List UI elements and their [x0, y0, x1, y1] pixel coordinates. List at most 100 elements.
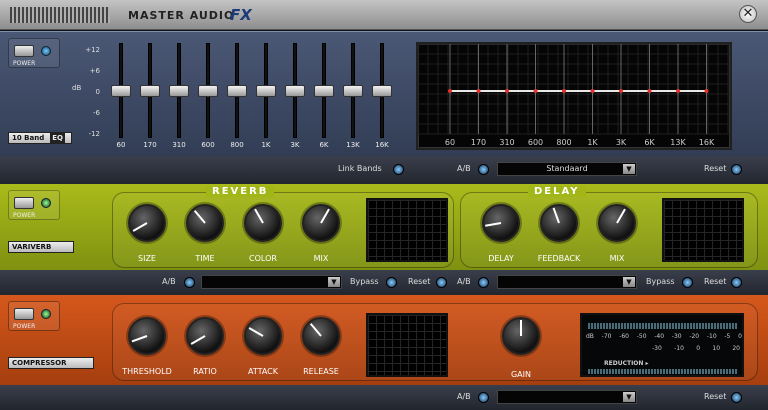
chevron-down-icon[interactable]: ▼	[623, 277, 635, 287]
eq-band-point[interactable]	[562, 89, 566, 93]
eq-reset-button[interactable]	[731, 164, 742, 175]
gain-control: GAIN	[486, 315, 556, 381]
graph-band-label: 6K	[644, 138, 655, 147]
eq-slider-handle[interactable]	[314, 85, 334, 97]
compressor-ab-toggle[interactable]	[478, 392, 489, 403]
graph-band-label: 3K	[616, 138, 627, 147]
compressor-reset-button[interactable]	[731, 392, 742, 403]
chevron-down-icon[interactable]: ▼	[328, 277, 340, 287]
delay-knob-label: MIX	[609, 254, 625, 263]
variverb-panel: POWER VARIVERB REVERB SIZE TIME COLOR MIX D…	[0, 184, 768, 270]
eq-slider-handle[interactable]	[227, 85, 247, 97]
reverb-bypass-toggle[interactable]	[386, 277, 397, 288]
meter-scale-top: dB -70 -60 -50 -40 -30 -20 -10 -5 0	[586, 333, 742, 340]
eq-band-point[interactable]	[704, 89, 709, 93]
eq-slider-handle[interactable]	[285, 85, 305, 97]
graph-band-label: 1K	[587, 138, 598, 147]
reverb-bypass-label: Bypass	[350, 277, 379, 286]
graph-band-label: 16K	[699, 138, 715, 147]
eq-sliders: 60 170 310 600 800 1K 3K 6K 13K 16K	[0, 1, 420, 157]
meter-scale-label: -10	[674, 345, 684, 352]
reverb-knob-knob[interactable]	[128, 204, 166, 242]
compressor-preset-dropdown[interactable]: ▼	[497, 390, 637, 404]
compressor-reset-label: Reset	[704, 392, 727, 401]
eq-band-point[interactable]	[590, 89, 595, 93]
delay-display	[662, 198, 744, 262]
graph-band-label: 600	[528, 138, 543, 147]
eq-slider-handle[interactable]	[372, 85, 392, 97]
variverb-control-bar: A/B ▼ Bypass Reset A/B ▼ Bypass Reset	[0, 270, 768, 295]
link-bands-label: Link Bands	[338, 164, 382, 173]
delay-knob-knob[interactable]	[598, 204, 636, 242]
reduction-meter: dB -70 -60 -50 -40 -30 -20 -10 -5 0 -30 -10 0 10 20 R…	[580, 313, 744, 377]
reduction-label: REDUCTION ▸	[604, 360, 649, 367]
gain-knob[interactable]	[502, 317, 540, 355]
meter-bar-bottom	[588, 369, 738, 374]
reverb-knob-label: MIX	[313, 254, 329, 263]
delay-title: DELAY	[528, 186, 586, 197]
compressor-knob-label: RELEASE	[303, 367, 339, 376]
eq-band-point[interactable]	[533, 89, 538, 93]
eq-ab-label: A/B	[457, 164, 471, 173]
eq-slider-handle[interactable]	[169, 85, 189, 97]
eq-band-point[interactable]	[505, 89, 509, 93]
close-icon[interactable]: ✕	[739, 5, 757, 23]
graph-band-label: 170	[471, 138, 486, 147]
eq-band-point[interactable]	[476, 89, 481, 93]
eq-band-point[interactable]	[619, 89, 623, 93]
reverb-knobs: SIZE TIME COLOR MIX	[112, 202, 362, 268]
chevron-down-icon[interactable]: ▼	[623, 164, 635, 174]
eq-preset-dropdown[interactable]: Standaard ▼	[497, 162, 637, 176]
chevron-down-icon[interactable]: ▼	[623, 392, 635, 402]
reverb-knob-knob[interactable]	[186, 204, 224, 242]
reverb-knob-knob[interactable]	[302, 204, 340, 242]
delay-reset-button[interactable]	[731, 277, 742, 288]
link-bands-toggle[interactable]	[393, 164, 404, 175]
eq-slider-handle[interactable]	[256, 85, 276, 97]
eq-slider-handle[interactable]	[198, 85, 218, 97]
knob-indicator	[616, 208, 626, 224]
meter-scale-label: -30	[652, 345, 662, 352]
gain-label: GAIN	[510, 370, 531, 379]
knob-indicator	[193, 210, 206, 224]
reverb-preset-dropdown[interactable]: ▼	[201, 275, 342, 289]
eq-band-point[interactable]	[676, 89, 680, 93]
eq-band-point[interactable]	[647, 89, 652, 93]
meter-scale-bottom: -30 -10 0 10 20	[652, 345, 740, 352]
compressor-knob-knob[interactable]	[244, 317, 282, 355]
compressor-knob-knob[interactable]	[302, 317, 340, 355]
variverb-power-button[interactable]	[14, 197, 34, 209]
delay-bypass-toggle[interactable]	[682, 277, 693, 288]
delay-knob-knob[interactable]	[482, 204, 520, 242]
compressor-knob-control: RELEASE	[286, 315, 356, 381]
eq-ab-toggle[interactable]	[478, 164, 489, 175]
eq-band-label: 800	[230, 141, 244, 149]
compressor-knobs: THRESHOLD RATIO ATTACK RELEASE	[112, 315, 362, 381]
compressor-power-button[interactable]	[14, 308, 34, 320]
graph-band-label: 13K	[670, 138, 686, 147]
reverb-reset-button[interactable]	[436, 277, 447, 288]
compressor-knob-knob[interactable]	[128, 317, 166, 355]
eq-slider-handle[interactable]	[140, 85, 160, 97]
eq-slider-handle[interactable]	[343, 85, 363, 97]
reverb-ab-toggle[interactable]	[184, 277, 195, 288]
eq-band-label: 16K	[375, 141, 389, 149]
compressor-power-box: POWER	[8, 301, 60, 331]
eq-band-label: 6K	[319, 141, 329, 149]
meter-scale-label: dB	[586, 333, 594, 340]
knob-indicator	[190, 335, 206, 345]
reverb-knob-knob[interactable]	[244, 204, 282, 242]
eq-graph-svg: 60 170 310 600 800 1K 3K 6K 13K 16K	[417, 43, 730, 147]
variverb-name: VARIVERB	[8, 241, 74, 253]
reverb-knob-control: MIX	[286, 202, 356, 268]
eq-slider-handle[interactable]	[111, 85, 131, 97]
eq-response-graph: 60 170 310 600 800 1K 3K 6K 13K 16K	[416, 42, 732, 150]
compressor-knob-knob[interactable]	[186, 317, 224, 355]
variverb-power-label: POWER	[13, 212, 36, 219]
eq-band-point[interactable]	[448, 89, 452, 93]
delay-ab-toggle[interactable]	[478, 277, 489, 288]
delay-knob-knob[interactable]	[540, 204, 578, 242]
delay-preset-dropdown[interactable]: ▼	[497, 275, 637, 289]
knob-indicator	[132, 222, 148, 232]
knob-indicator	[552, 207, 560, 224]
